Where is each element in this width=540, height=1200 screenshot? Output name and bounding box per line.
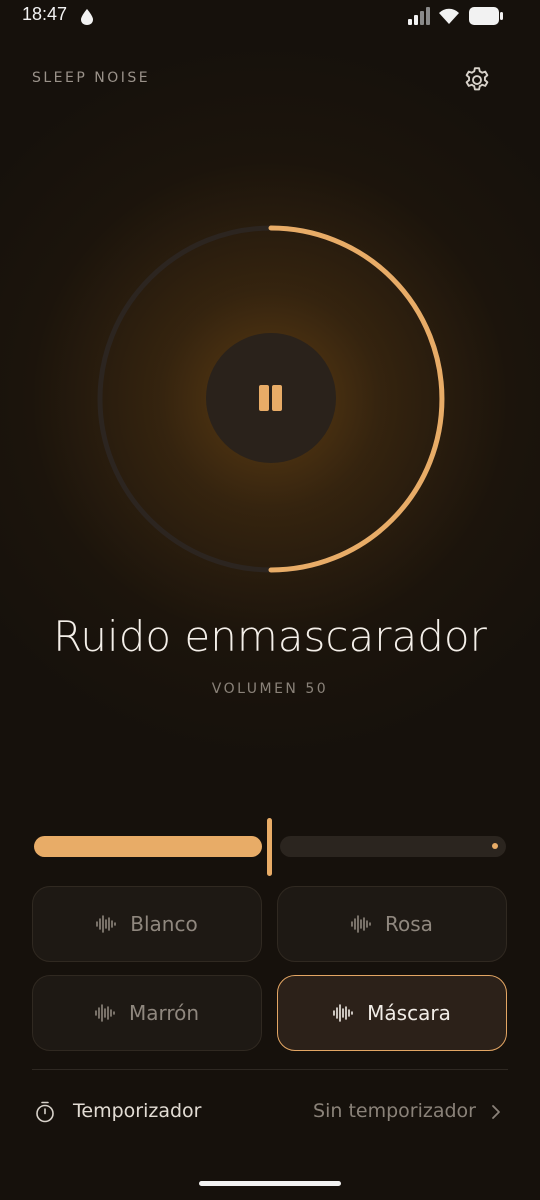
noise-button-rosa[interactable]: Rosa <box>277 886 507 962</box>
noise-button-mascara[interactable]: Máscara <box>277 975 507 1051</box>
pause-icon <box>259 385 282 411</box>
chevron-right-icon <box>492 1105 500 1119</box>
volume-slider[interactable] <box>32 816 508 876</box>
noise-button-blanco[interactable]: Blanco <box>32 886 262 962</box>
volume-value: 50 <box>305 681 329 697</box>
waveform-icon <box>96 915 117 933</box>
slider-thumb[interactable] <box>267 818 272 876</box>
timer-value: Sin temporizador <box>313 1100 476 1122</box>
battery-icon <box>469 7 503 25</box>
signal-icon <box>408 7 430 25</box>
waveform-icon <box>351 915 371 933</box>
status-time: 18:47 <box>22 4 68 24</box>
settings-button[interactable] <box>462 65 492 95</box>
noise-button-label: Marrón <box>128 1001 200 1025</box>
noise-button-label: Rosa <box>385 912 433 936</box>
waveform-icon <box>333 1004 353 1022</box>
play-pause-button[interactable] <box>206 333 336 463</box>
noise-button-label: Blanco <box>130 912 198 936</box>
volume-label-text: VOLUMEN <box>211 681 299 697</box>
stopwatch-icon <box>36 1101 54 1123</box>
home-indicator <box>199 1181 341 1186</box>
timer-row[interactable]: Temporizador Sin temporizador <box>32 1088 508 1136</box>
slider-track <box>280 836 506 857</box>
wifi-icon <box>439 8 459 24</box>
noise-button-marron[interactable]: Marrón <box>32 975 262 1051</box>
slider-fill <box>34 836 262 857</box>
noise-button-label: Máscara <box>367 1001 451 1025</box>
waveform-icon <box>95 1004 115 1022</box>
gear-icon <box>465 67 489 91</box>
sound-title: Ruido enmascarador <box>53 612 487 661</box>
drop-icon <box>81 9 93 25</box>
timer-label: Temporizador <box>73 1100 202 1122</box>
app-title: SLEEP NOISE <box>32 70 151 86</box>
volume-label: VOLUMEN 50 <box>0 681 540 697</box>
status-bar: 18:47 <box>0 0 540 34</box>
slider-end-dot <box>492 843 498 849</box>
divider <box>32 1069 508 1070</box>
